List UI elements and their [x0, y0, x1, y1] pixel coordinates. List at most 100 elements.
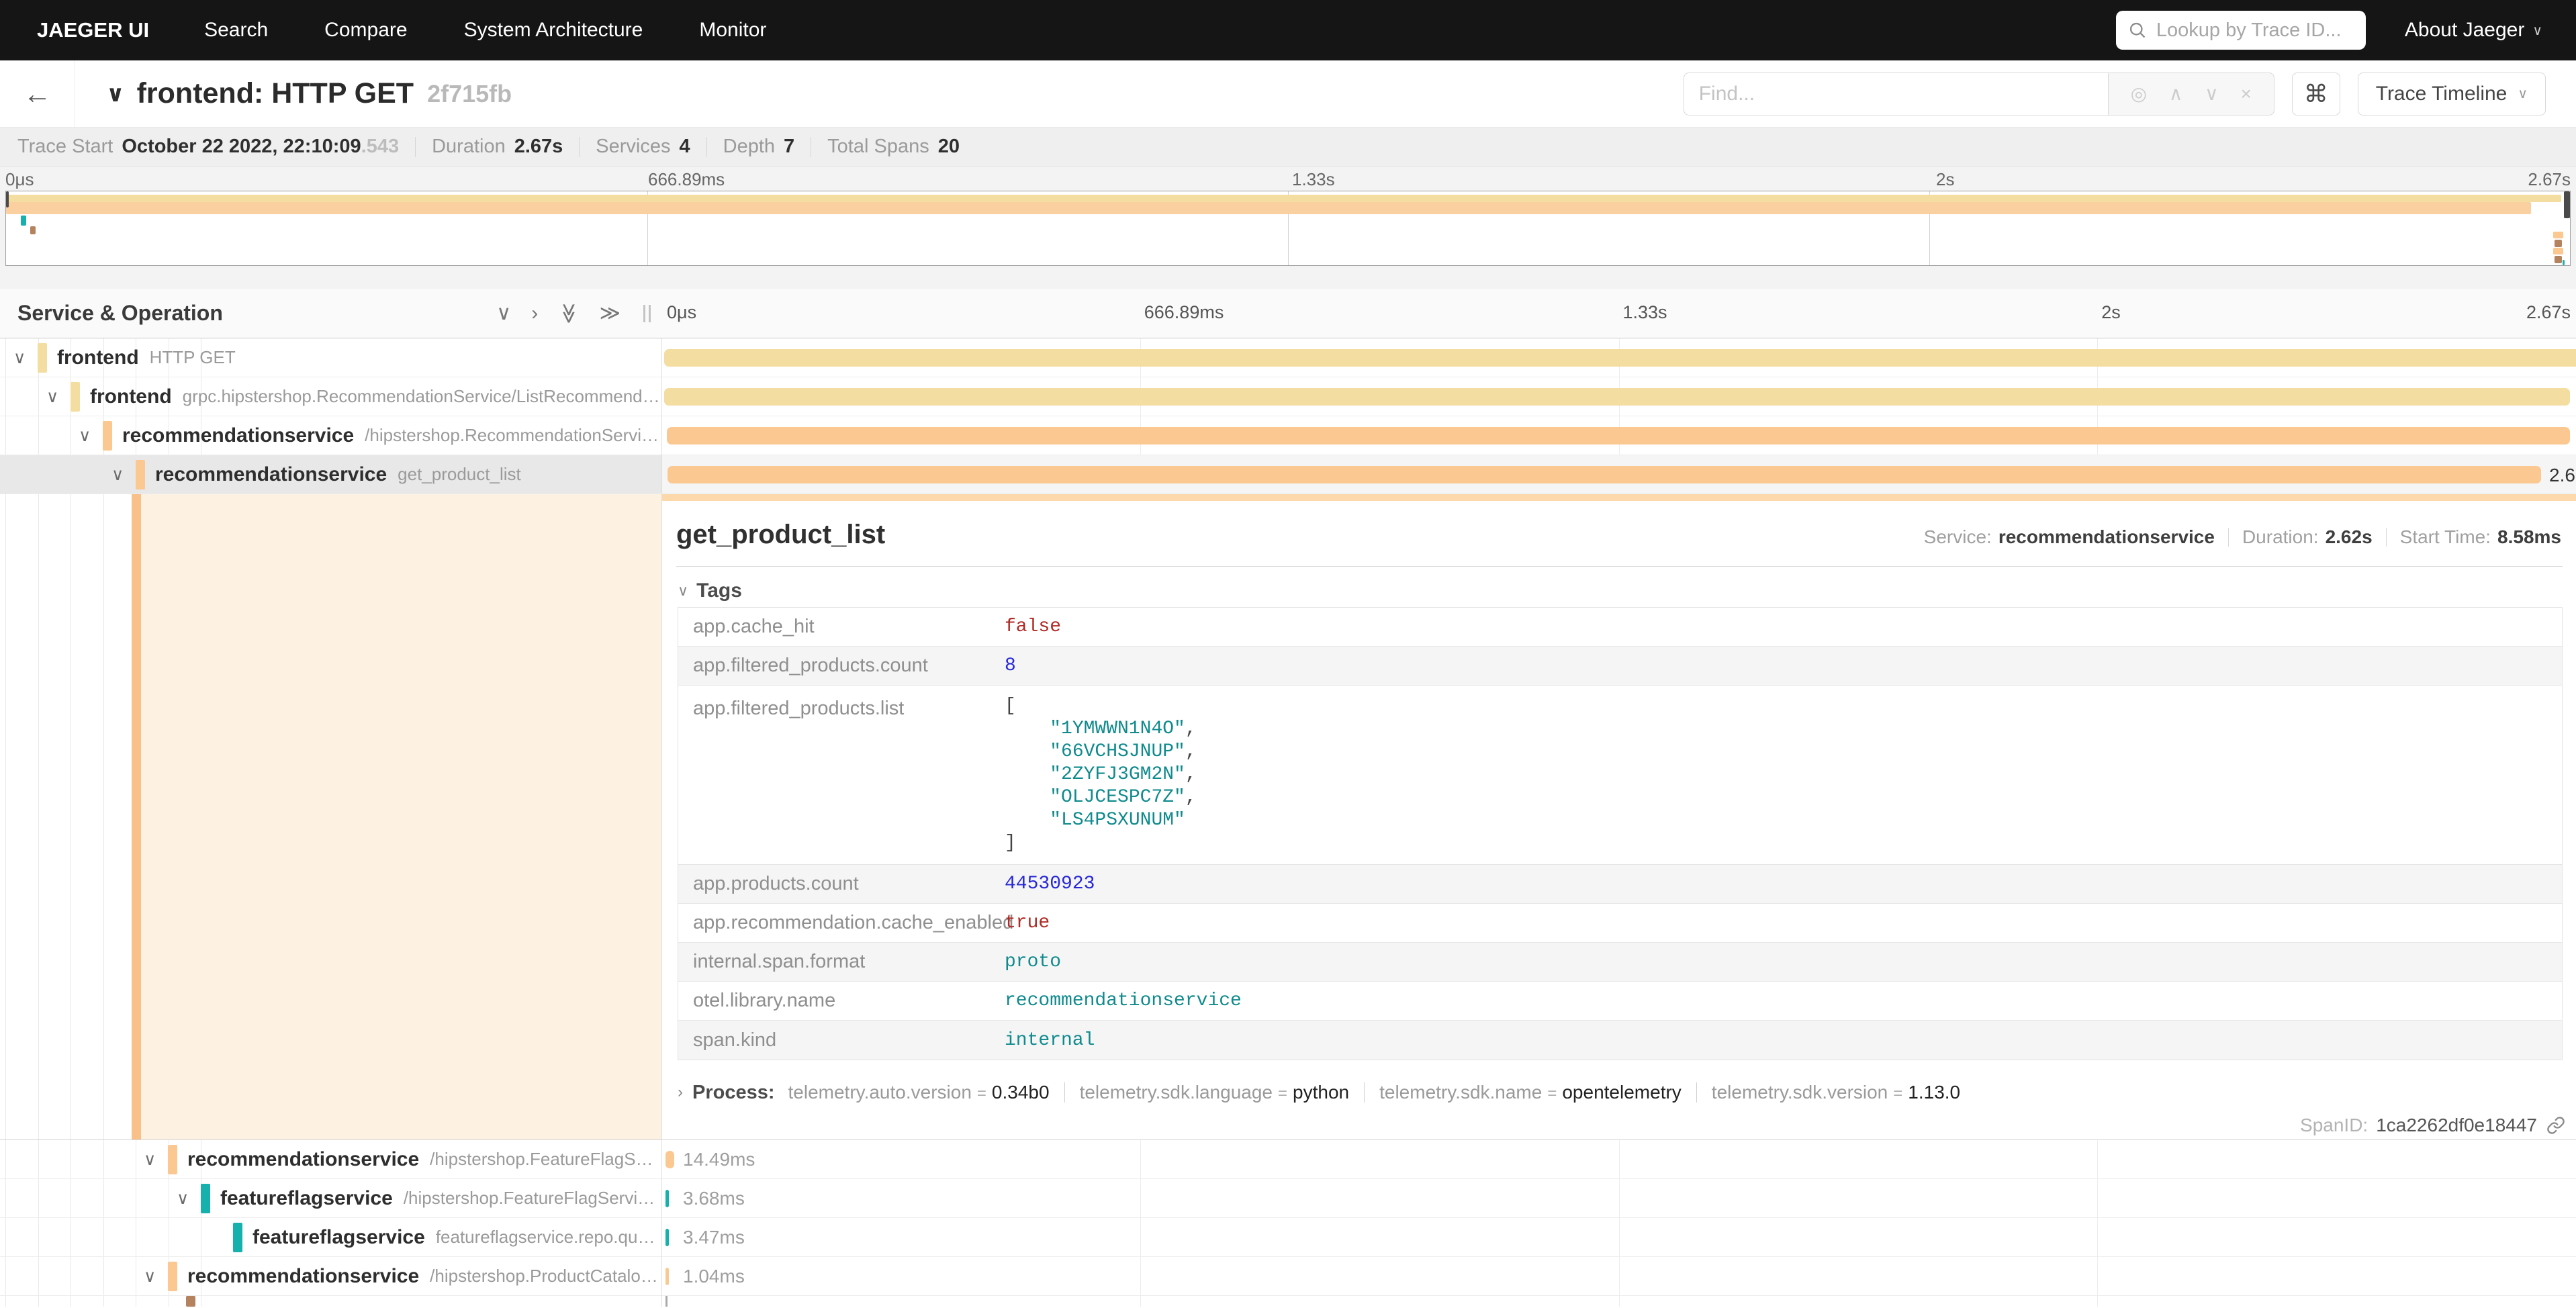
minimap-canvas[interactable]: [5, 191, 2571, 266]
span-operation: /hipstershop.FeatureFlagService/Ge...: [404, 1188, 661, 1209]
span-row-label[interactable]: ∨recommendationservice/hipstershop.Featu…: [0, 1140, 661, 1178]
span-bar[interactable]: [664, 388, 2570, 406]
minimap-span-orange-1: [6, 202, 2531, 214]
span-row-label[interactable]: ∨frontendgrpc.hipstershop.Recommendation…: [0, 377, 661, 416]
span-row-timeline[interactable]: 14.49ms: [661, 1140, 2576, 1178]
span-row[interactable]: ∨ featureflagservice/hipstershop.FeatureF…: [0, 1179, 2576, 1218]
span-row-timeline[interactable]: 1.04ms: [661, 1257, 2576, 1295]
chevron-down-icon[interactable]: ∨: [177, 1188, 201, 1209]
span-row-timeline[interactable]: 2.62s: [661, 455, 2576, 494]
locate-icon[interactable]: ◎: [2131, 83, 2147, 105]
span-bar[interactable]: [665, 1190, 669, 1207]
json-list-item: "1YMWWN1N4O",: [1005, 718, 1197, 741]
span-bar[interactable]: [665, 1268, 669, 1285]
trace-total-spans: Total Spans 20: [827, 136, 960, 158]
span-row[interactable]: ∨frontendgrpc.hipstershop.Recommendation…: [0, 377, 2576, 416]
trace-view-selector[interactable]: Trace Timeline ∨: [2358, 73, 2546, 115]
span-row-timeline[interactable]: 3.47ms: [661, 1218, 2576, 1256]
span-row[interactable]: ∨recommendationservice/hipstershop.Recom…: [0, 416, 2576, 455]
ruler-tick: 0μs: [667, 302, 696, 323]
span-row-label[interactable]: ∨recommendationservice/hipstershop.Produ…: [0, 1257, 661, 1295]
span-bar[interactable]: [664, 349, 2576, 367]
span-service-name[interactable]: recommendationservice: [187, 1148, 419, 1171]
span-color-bar: [38, 343, 47, 373]
process-tag: telemetry.sdk.version=1.13.0: [1712, 1082, 1960, 1103]
span-service-name[interactable]: frontend: [90, 385, 172, 408]
span-color-bar: [136, 460, 145, 489]
span-service-name[interactable]: featureflagservice: [220, 1187, 393, 1210]
span-row-label[interactable]: ∨frontendHTTP GET: [0, 338, 661, 377]
chevron-down-icon[interactable]: ∨: [13, 348, 38, 368]
clear-find-icon[interactable]: ×: [2240, 83, 2251, 105]
tag-row[interactable]: otel.library.namerecommendationservice: [678, 982, 2562, 1021]
nav-link-monitor[interactable]: Monitor: [699, 19, 766, 42]
span-row-timeline[interactable]: [661, 416, 2576, 455]
span-bar[interactable]: [665, 1229, 669, 1246]
tag-row[interactable]: span.kindinternal: [678, 1021, 2562, 1060]
span-row[interactable]: ∨frontendHTTP GET: [0, 338, 2576, 377]
nav-link-compare[interactable]: Compare: [324, 19, 407, 42]
expand-all-icon[interactable]: ≫: [600, 303, 620, 324]
link-icon[interactable]: [2546, 1116, 2565, 1135]
chevron-down-icon[interactable]: ∨: [46, 387, 71, 407]
span-service-name[interactable]: recommendationservice: [122, 424, 354, 447]
keyboard-shortcuts-button[interactable]: ⌘: [2292, 73, 2340, 115]
trace-title: frontend: HTTP GET: [137, 77, 414, 110]
span-row[interactable]: ∨recommendationserviceget_product_list2.…: [0, 455, 2576, 494]
span-row-timeline[interactable]: [661, 377, 2576, 416]
span-row-label[interactable]: [0, 1296, 661, 1307]
chevron-down-icon[interactable]: ∨: [79, 426, 103, 446]
trace-lookup-box[interactable]: [2116, 11, 2366, 50]
span-row-timeline[interactable]: [661, 338, 2576, 377]
nav-link-system-architecture[interactable]: System Architecture: [464, 19, 643, 42]
back-button[interactable]: ←: [0, 60, 75, 127]
prev-match-icon[interactable]: ∧: [2169, 83, 2183, 105]
process-section[interactable]: › Process: telemetry.auto.version=0.34b0…: [678, 1078, 2576, 1107]
timeline-column-header: Service & Operation ∨ › ≫ ≫ 0μs666.89ms1…: [0, 289, 2576, 338]
span-row-label[interactable]: ∨ featureflagservice/hipstershop.FeatureF…: [0, 1179, 661, 1217]
tag-row[interactable]: app.products.count44530923: [678, 865, 2562, 904]
jaeger-ui-logo[interactable]: JAEGER UI: [37, 18, 149, 42]
collapse-one-icon[interactable]: ∨: [496, 303, 511, 324]
span-row-label[interactable]: featureflagservicefeatureflagservice.rep…: [0, 1218, 661, 1256]
span-row-label[interactable]: ∨recommendationserviceget_product_list: [0, 455, 661, 494]
chevron-down-icon[interactable]: ∨: [111, 465, 136, 485]
span-service-name[interactable]: recommendationservice: [187, 1265, 419, 1288]
span-row-timeline[interactable]: 3.68ms: [661, 1179, 2576, 1217]
span-row[interactable]: ∨recommendationservice/hipstershop.Produ…: [0, 1257, 2576, 1296]
tag-row[interactable]: app.recommendation.cache_enabledtrue: [678, 904, 2562, 943]
span-bar[interactable]: [667, 427, 2570, 445]
tag-value: false: [1005, 616, 1061, 637]
next-match-icon[interactable]: ∨: [2205, 83, 2219, 105]
expand-one-icon[interactable]: ›: [531, 303, 538, 324]
tag-row[interactable]: app.filtered_products.count8: [678, 647, 2562, 686]
span-row-timeline[interactable]: [661, 1296, 2576, 1307]
trace-lookup-input[interactable]: [2156, 19, 2354, 42]
tag-key: app.recommendation.cache_enabled: [678, 912, 1005, 934]
span-service-name[interactable]: featureflagservice: [252, 1226, 425, 1249]
span-row[interactable]: featureflagservicefeatureflagservice.rep…: [0, 1218, 2576, 1257]
span-service-name[interactable]: recommendationservice: [155, 463, 387, 486]
tag-row[interactable]: app.filtered_products.list[ "1YMWWN1N4O"…: [678, 686, 2562, 865]
chevron-down-icon[interactable]: ∨: [144, 1266, 168, 1287]
span-bar[interactable]: [668, 466, 2541, 483]
nav-link-search[interactable]: Search: [204, 19, 268, 42]
find-input[interactable]: [1684, 73, 2108, 115]
trace-summary-bar: Trace Start October 22 2022, 22:10:09 .5…: [0, 128, 2576, 167]
span-row[interactable]: ∨recommendationservice/hipstershop.Featu…: [0, 1140, 2576, 1179]
collapse-all-icon[interactable]: ≫: [559, 303, 579, 324]
chevron-down-icon[interactable]: ∨: [144, 1150, 168, 1170]
process-tag: telemetry.sdk.name=opentelemetry: [1379, 1082, 1682, 1103]
collapse-trace-chevron-icon[interactable]: ∨: [106, 81, 125, 107]
column-divider[interactable]: [661, 338, 662, 1307]
about-jaeger-menu[interactable]: About Jaeger ∨: [2405, 19, 2542, 42]
column-resizer-handle[interactable]: [643, 305, 651, 322]
span-row-label[interactable]: ∨recommendationservice/hipstershop.Recom…: [0, 416, 661, 455]
span-row[interactable]: [0, 1296, 2576, 1307]
span-service-name[interactable]: frontend: [57, 346, 139, 369]
tag-row[interactable]: app.cache_hitfalse: [678, 608, 2562, 647]
tag-row[interactable]: internal.span.formatproto: [678, 943, 2562, 982]
span-bar[interactable]: [665, 1151, 674, 1168]
tags-section-toggle[interactable]: ∨ Tags: [678, 580, 2576, 602]
tag-value: recommendationservice: [1005, 990, 1242, 1011]
